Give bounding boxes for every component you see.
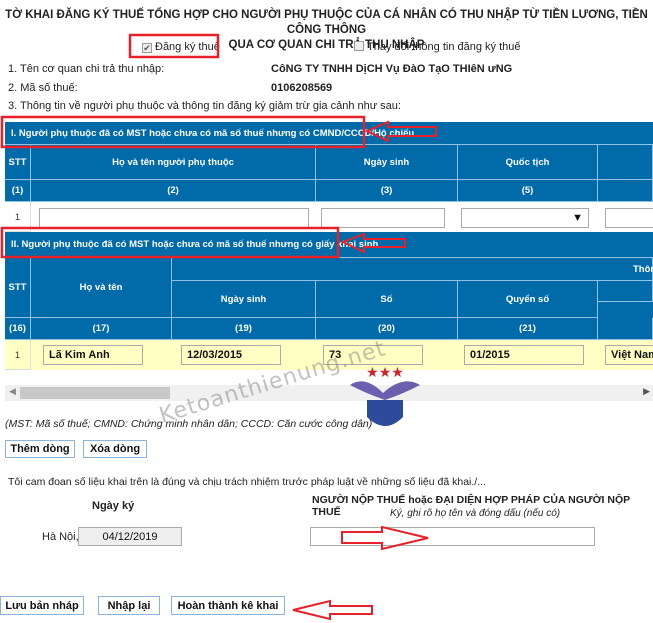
checkbox-checked-icon: ✔ [142, 43, 152, 53]
col-number [598, 180, 653, 202]
dependents-label: 3. Thông tin về người phụ thuộc và thông… [8, 100, 401, 112]
horizontal-scrollbar[interactable]: ◀ ▶ [5, 385, 653, 401]
scroll-right-icon[interactable]: ▶ [643, 386, 650, 397]
header-name: Họ và tên [31, 258, 172, 318]
child-dob-input[interactable]: 12/03/2015 [181, 345, 281, 365]
place-label: Hà Nội, [42, 531, 79, 543]
scrollbar-thumb[interactable] [20, 387, 170, 399]
sign-date-input[interactable]: 04/12/2019 [78, 527, 182, 546]
reset-button[interactable]: Nhập lại [98, 596, 160, 615]
header-nationality: Quốc tịch [458, 145, 598, 180]
col-number: (17) [31, 318, 172, 340]
row-stt: 1 [5, 340, 31, 370]
header-number: Số [316, 281, 458, 318]
section2-table: II. Người phụ thuộc đã có MST hoặc chưa … [5, 232, 653, 370]
dependent-name-input[interactable] [39, 208, 309, 228]
header-dob: Ngày sinh [316, 145, 458, 180]
header-book: Quyển số [458, 281, 598, 318]
change-info-checkbox[interactable]: Thay đổi thông tin đăng ký thuế [354, 41, 521, 53]
next-column-input[interactable] [605, 208, 653, 228]
section1-table: I. Người phụ thuộc đã có MST hoặc chưa c… [5, 122, 653, 232]
header-name: Họ và tên người phụ thuộc [31, 145, 316, 180]
register-checkbox[interactable]: ✔ Đăng ký thuế [142, 41, 220, 53]
header-dob: Ngày sinh [172, 281, 316, 318]
commitment-text: Tôi cam đoan số liệu khai trên là đúng v… [8, 476, 486, 488]
child-name-input[interactable]: Lã Kim Anh [43, 345, 143, 365]
row-stt: 1 [5, 202, 31, 232]
birth-cert-book-input[interactable]: 01/2015 [464, 345, 584, 365]
header-more [598, 145, 653, 180]
signer-hint: Ký, ghi rõ họ tên và đóng dấu (nếu có) [390, 508, 561, 519]
child-nationality-input[interactable]: Việt Nam [605, 345, 653, 365]
signer-name-input[interactable] [310, 527, 595, 546]
nationality-select[interactable]: ▼ [461, 208, 589, 228]
add-row-button[interactable]: Thêm dòng [5, 440, 75, 458]
tax-value: 0106208569 [271, 82, 333, 94]
payer-label: 1. Tên cơ quan chi trả thu nhập: [8, 63, 165, 75]
col-number: (3) [316, 180, 458, 202]
scroll-left-icon[interactable]: ◀ [9, 386, 16, 397]
header-more [598, 281, 653, 302]
col-number: (5) [458, 180, 598, 202]
sign-date-label: Ngày ký [92, 500, 135, 512]
tax-label: 2. Mã số thuế: [8, 82, 78, 94]
dropdown-arrow-icon: ▼ [572, 212, 583, 224]
col-number: (2) [31, 180, 316, 202]
abbreviation-note: (MST: Mã số thuế; CMND: Chứng minh nhân … [5, 418, 373, 430]
page-title: TỜ KHAI ĐĂNG KÝ THUẾ TỔNG HỢP CHO NGƯỜI … [5, 9, 648, 51]
section2-title: II. Người phụ thuộc đã có MST hoặc chưa … [5, 232, 653, 258]
svg-text:★★★: ★★★ [366, 364, 404, 380]
col-number: (1) [5, 180, 31, 202]
delete-row-button[interactable]: Xóa dòng [83, 440, 147, 458]
dob-input[interactable] [321, 208, 445, 228]
complete-declaration-button[interactable]: Hoàn thành kê khai [171, 596, 285, 615]
col-number: (20) [316, 318, 458, 340]
save-draft-button[interactable]: Lưu bản nháp [0, 596, 84, 615]
header-stt: STT [5, 258, 31, 318]
payer-value: CôNG TY TNHH DịCH Vụ ĐàO TạO THIêN ưNG [271, 63, 513, 75]
header-group: Thông [172, 258, 653, 281]
checkbox-icon [354, 41, 364, 51]
register-label: Đăng ký thuế [155, 41, 220, 53]
table-row: 1 ▼ [5, 202, 653, 232]
change-info-label: Thay đổi thông tin đăng ký thuế [367, 41, 521, 53]
col-number: (19) [172, 318, 316, 340]
section1-title: I. Người phụ thuộc đã có MST hoặc chưa c… [5, 122, 653, 145]
col-number: (21) [458, 318, 598, 340]
col-number: (16) [5, 318, 31, 340]
col-number [598, 318, 653, 340]
header-stt: STT [5, 145, 31, 180]
arrow-left-icon [292, 599, 373, 621]
